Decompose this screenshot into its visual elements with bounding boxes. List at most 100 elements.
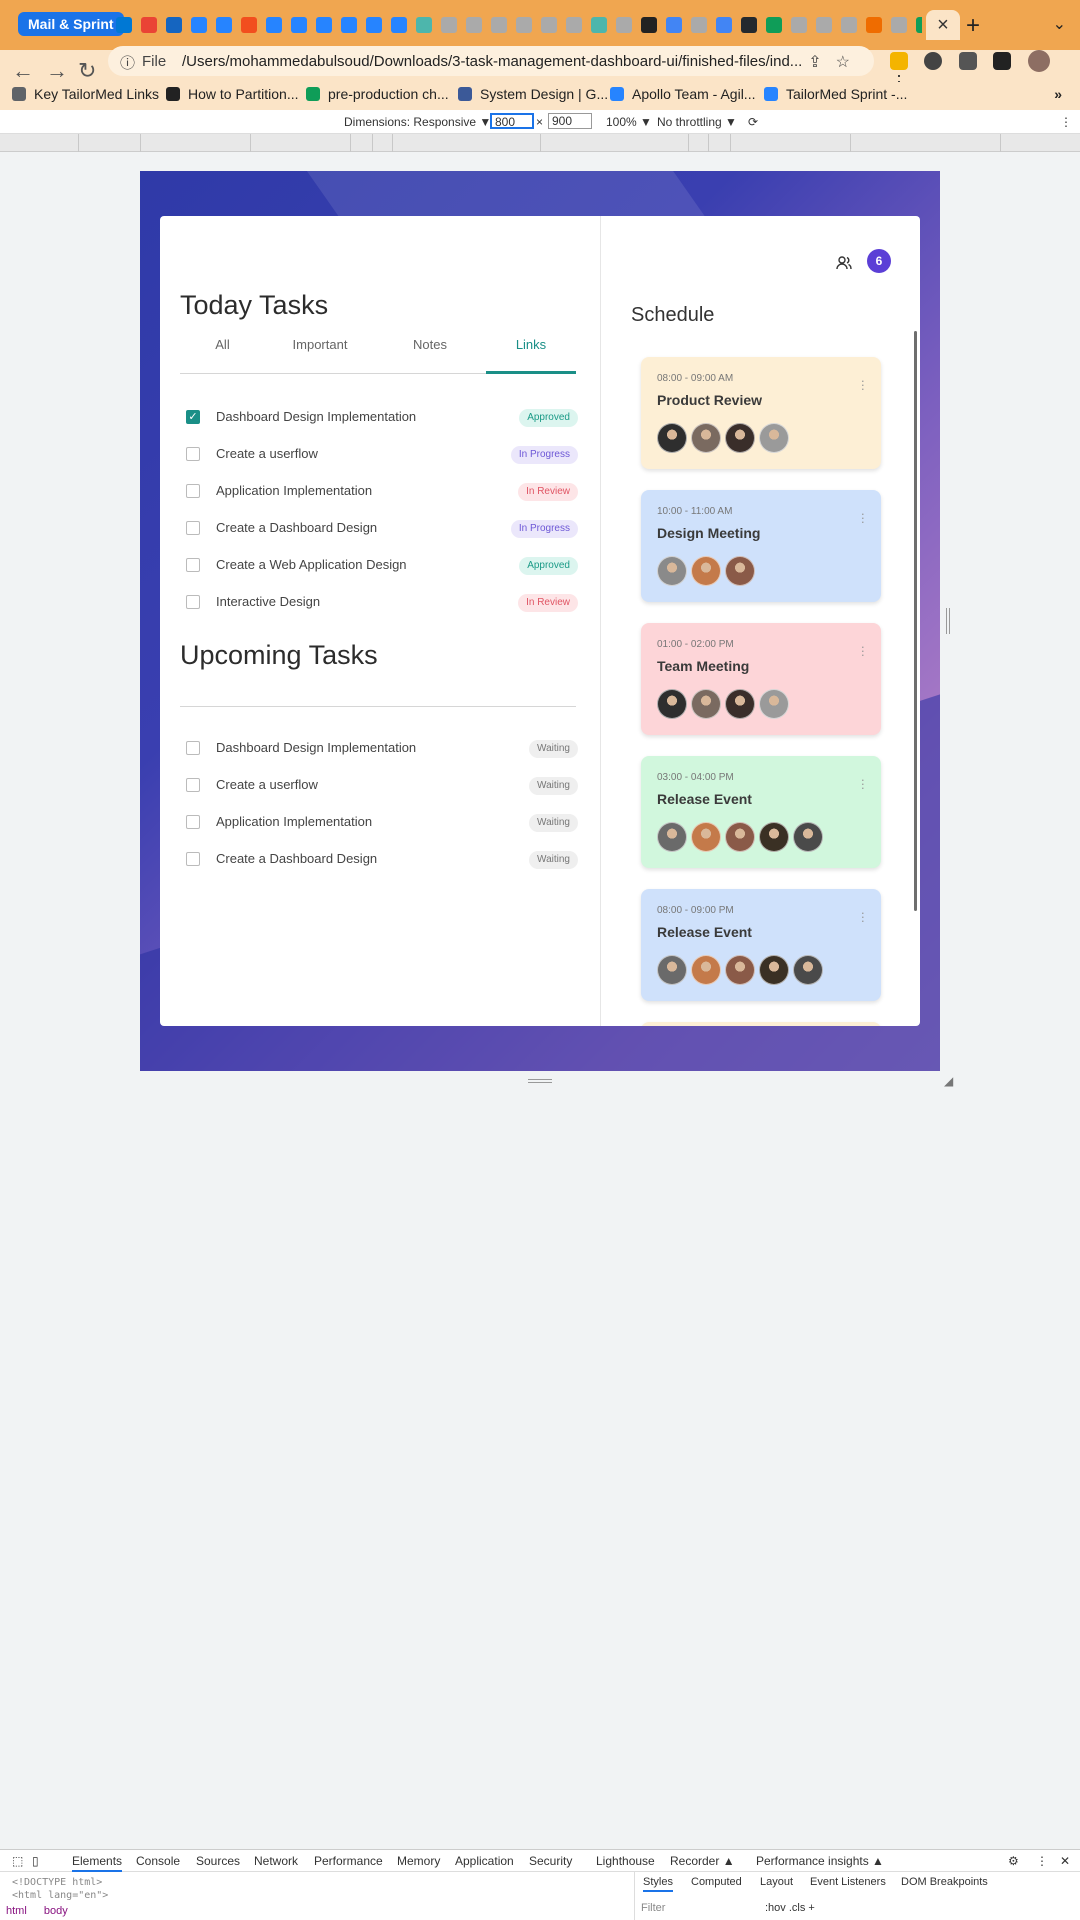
tab-favicon-icon[interactable] [666,17,682,33]
tab-favicon-icon[interactable] [541,17,557,33]
task-row[interactable]: Create a Dashboard Design In Progress [186,516,578,540]
tab-favicon-icon[interactable] [241,17,257,33]
tab-favicon-icon[interactable] [691,17,707,33]
bookmark-item[interactable]: Key TailorMed Links [12,86,159,102]
resize-corner-icon[interactable]: ◢ [944,1074,953,1088]
width-input[interactable]: 800 [490,113,534,129]
task-row[interactable]: Create a Web Application Design Approved [186,553,578,577]
devtools-tab[interactable]: Performance insights ▲ [756,1854,884,1868]
task-checkbox[interactable] [186,484,200,498]
close-icon[interactable]: ✕ [1060,1854,1070,1868]
devtools-tab[interactable]: Sources [196,1854,240,1868]
resize-handle-right[interactable] [946,608,950,634]
task-checkbox[interactable] [186,521,200,535]
tab-links[interactable]: Links [486,336,576,374]
tab-favicon-icon[interactable] [466,17,482,33]
tab-favicon-icon[interactable] [616,17,632,33]
styles-tab[interactable]: DOM Breakpoints [901,1876,988,1888]
bookmark-item[interactable]: TailorMed Sprint -... [764,86,907,102]
height-input[interactable]: 900 [548,113,592,129]
tab-favicon-icon[interactable] [741,17,757,33]
tab-favicon-icon[interactable] [916,17,922,33]
tab-favicon-icon[interactable] [366,17,382,33]
tab-favicon-icon[interactable] [291,17,307,33]
styles-tab[interactable]: Layout [760,1876,793,1888]
task-row[interactable]: Create a userflow Waiting [186,773,578,797]
task-checkbox[interactable] [186,741,200,755]
new-tab-plus-icon[interactable]: + [966,12,980,40]
tab-important[interactable]: Important [265,336,375,374]
elements-tree[interactable]: <!DOCTYPE html> <html lang="en"> [12,1876,108,1902]
scrollbar[interactable] [914,331,917,911]
breadcrumb-html[interactable]: html [6,1905,27,1917]
tab-favicon-icon[interactable] [766,17,782,33]
task-checkbox[interactable] [186,595,200,609]
more-vert-icon[interactable]: · · · [861,374,865,395]
devtools-tab[interactable]: Lighthouse [596,1854,655,1868]
tab-favicon-icon[interactable] [416,17,432,33]
star-icon[interactable]: ☆ [836,54,864,71]
task-checkbox[interactable] [186,815,200,829]
tab-favicon-icon[interactable] [266,17,282,33]
chevron-down-icon[interactable]: ⌄ [1053,14,1066,34]
event-card[interactable]: 08:00 - 09:00 PM Release Event · · · [641,889,881,1001]
task-checkbox[interactable]: ✓ [186,410,200,424]
address-bar[interactable]: ⓘ File /Users/mohammedabulsoud/Downloads… [108,46,874,76]
styles-tab[interactable]: Styles [643,1876,673,1892]
avatar[interactable] [1027,50,1050,72]
bookmark-item[interactable]: pre-production ch... [306,86,449,102]
sidebar-icon[interactable] [993,52,1012,70]
devtools-tab[interactable]: Recorder ▲ [670,1854,735,1868]
tab-favicon-icon[interactable] [316,17,332,33]
address-url[interactable]: /Users/mohammedabulsoud/Downloads/3-task… [182,53,822,70]
task-row[interactable]: Dashboard Design Implementation Waiting [186,736,578,760]
event-card[interactable]: 03:00 - 04:00 PM Release Event · · · [641,756,881,868]
event-card[interactable]: 10:00 - 11:00 AM Design Meeting · · · [641,490,881,602]
more-vert-icon[interactable]: · · · [861,773,865,794]
tab-notes[interactable]: Notes [375,336,485,374]
gear-icon[interactable] [924,52,943,70]
tab-favicon-icon[interactable] [441,17,457,33]
tab-favicon-icon[interactable] [341,17,357,33]
task-row[interactable]: Application Implementation In Review [186,479,578,503]
more-vert-icon[interactable]: · · · [861,507,865,528]
forward-arrow-icon[interactable]: → [46,58,68,84]
tab-favicon-icon[interactable] [516,17,532,33]
gear-icon[interactable]: ⚙ [1008,1854,1019,1868]
tab-favicon-icon[interactable] [166,17,182,33]
close-icon[interactable]: × [926,10,960,40]
tab-group-label[interactable]: Mail & Sprint [18,12,124,36]
styles-filter-input[interactable]: Filter [641,1902,665,1914]
devtools-tab[interactable]: Application [455,1854,514,1868]
dimensions-select[interactable]: Dimensions: Responsive ▼ [344,115,491,129]
task-row[interactable]: Create a userflow In Progress [186,442,578,466]
devtools-tab[interactable]: Network [254,1854,298,1868]
tab-favicon-icon[interactable] [566,17,582,33]
more-vert-icon[interactable]: · · · [861,640,865,661]
notification-badge[interactable]: 6 [867,249,891,273]
device-icon[interactable]: ▯ [32,1854,39,1868]
task-checkbox[interactable] [186,447,200,461]
task-row[interactable]: Interactive Design In Review [186,590,578,614]
devtools-tab[interactable]: Performance [314,1854,383,1868]
bookmark-item[interactable]: Apollo Team - Agil... [610,86,755,102]
tab-favicon-icon[interactable] [116,17,132,33]
rotate-icon[interactable]: ⟳ [748,115,758,129]
more-vert-icon[interactable]: ⋮ [1060,115,1072,129]
inspect-icon[interactable]: ⬚ [12,1854,23,1868]
tab-favicon-icon[interactable] [641,17,657,33]
team-icon[interactable] [836,256,852,270]
tab-favicon-icon[interactable] [716,17,732,33]
task-row[interactable]: Application Implementation Waiting [186,810,578,834]
task-row[interactable]: ✓ Dashboard Design Implementation Approved [186,405,578,429]
task-checkbox[interactable] [186,558,200,572]
task-row[interactable]: Create a Dashboard Design Waiting [186,847,578,871]
zoom-select[interactable]: 100% ▼ [606,115,652,129]
reload-icon[interactable]: ↻ [78,58,96,84]
tab-favicon-icon[interactable] [191,17,207,33]
puzzle-icon[interactable] [958,52,977,70]
devtools-tab[interactable]: Memory [397,1854,440,1868]
info-icon[interactable]: ⓘ [120,52,135,73]
tab-favicon-icon[interactable] [141,17,157,33]
tab-favicon-icon[interactable] [891,17,907,33]
